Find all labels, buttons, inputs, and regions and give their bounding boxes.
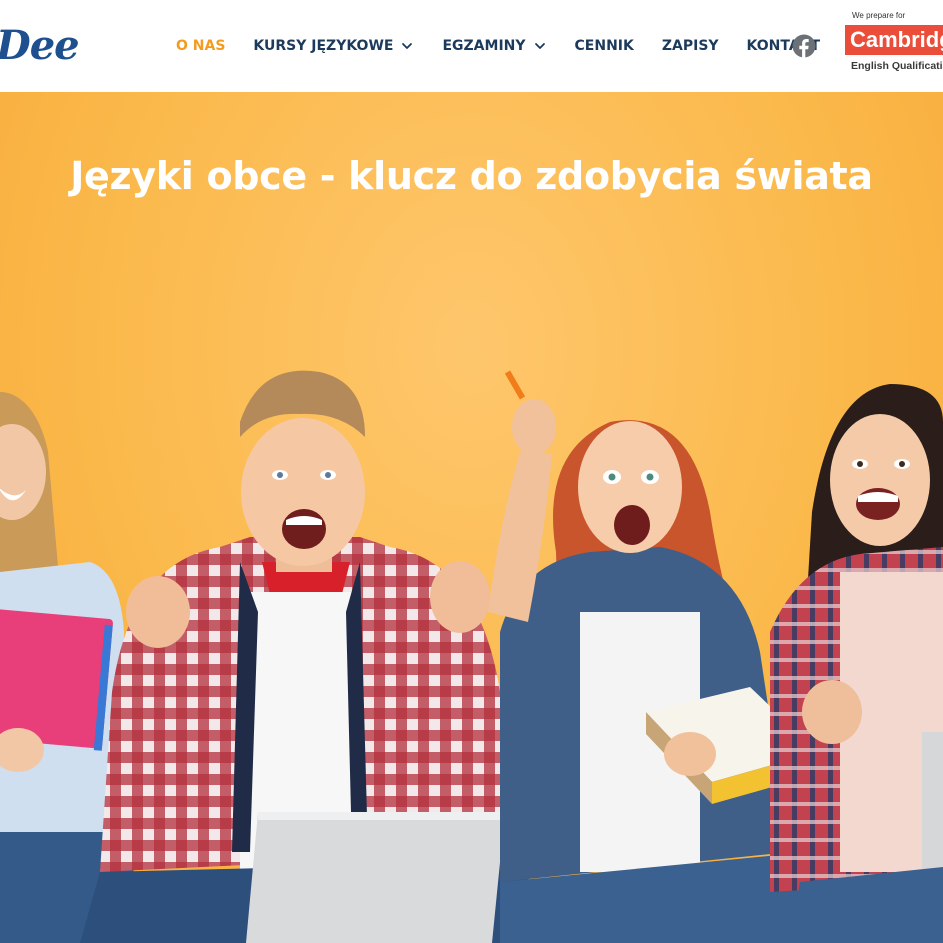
student-girl-darkhair (770, 384, 943, 943)
student-boy (80, 370, 560, 943)
nav-item-label: O NAS (176, 38, 226, 54)
nav-item-egzaminy[interactable]: EGZAMINY (442, 33, 546, 59)
nav-item-label: CENNIK (574, 38, 634, 54)
nav-item-cennik[interactable]: CENNIK (575, 33, 634, 59)
site-header: Dee O NAS KURSY JĘZYKOWE EGZAMINY CENNIK… (0, 0, 943, 92)
hero-photo-students (0, 370, 943, 943)
hero-title: Języki obce - klucz do zdobycia świata (70, 154, 873, 198)
facebook-icon[interactable] (792, 34, 816, 58)
cambridge-badge[interactable]: We prepare for Cambridge English Qualifi… (845, 11, 943, 75)
cambridge-badge-bottom: English Qualifications (851, 60, 943, 72)
main-nav: O NAS KURSY JĘZYKOWE EGZAMINY CENNIK ZAP… (176, 33, 820, 59)
chevron-down-icon (534, 43, 545, 49)
nav-item-label: EGZAMINY (442, 38, 526, 54)
nav-item-label: KURSY JĘZYKOWE (253, 38, 394, 54)
cambridge-badge-brand: Cambridge (845, 25, 943, 55)
nav-item-kursy-jezykowe[interactable]: KURSY JĘZYKOWE (253, 33, 414, 59)
site-logo[interactable]: Dee (0, 22, 80, 70)
nav-item-zapisy[interactable]: ZAPISY (662, 33, 719, 59)
chevron-down-icon (402, 43, 413, 49)
cambridge-badge-top: We prepare for (852, 11, 906, 20)
nav-item-o-nas[interactable]: O NAS (176, 33, 225, 59)
hero-banner: Języki obce - klucz do zdobycia świata (0, 92, 943, 943)
nav-item-label: ZAPISY (661, 38, 719, 54)
